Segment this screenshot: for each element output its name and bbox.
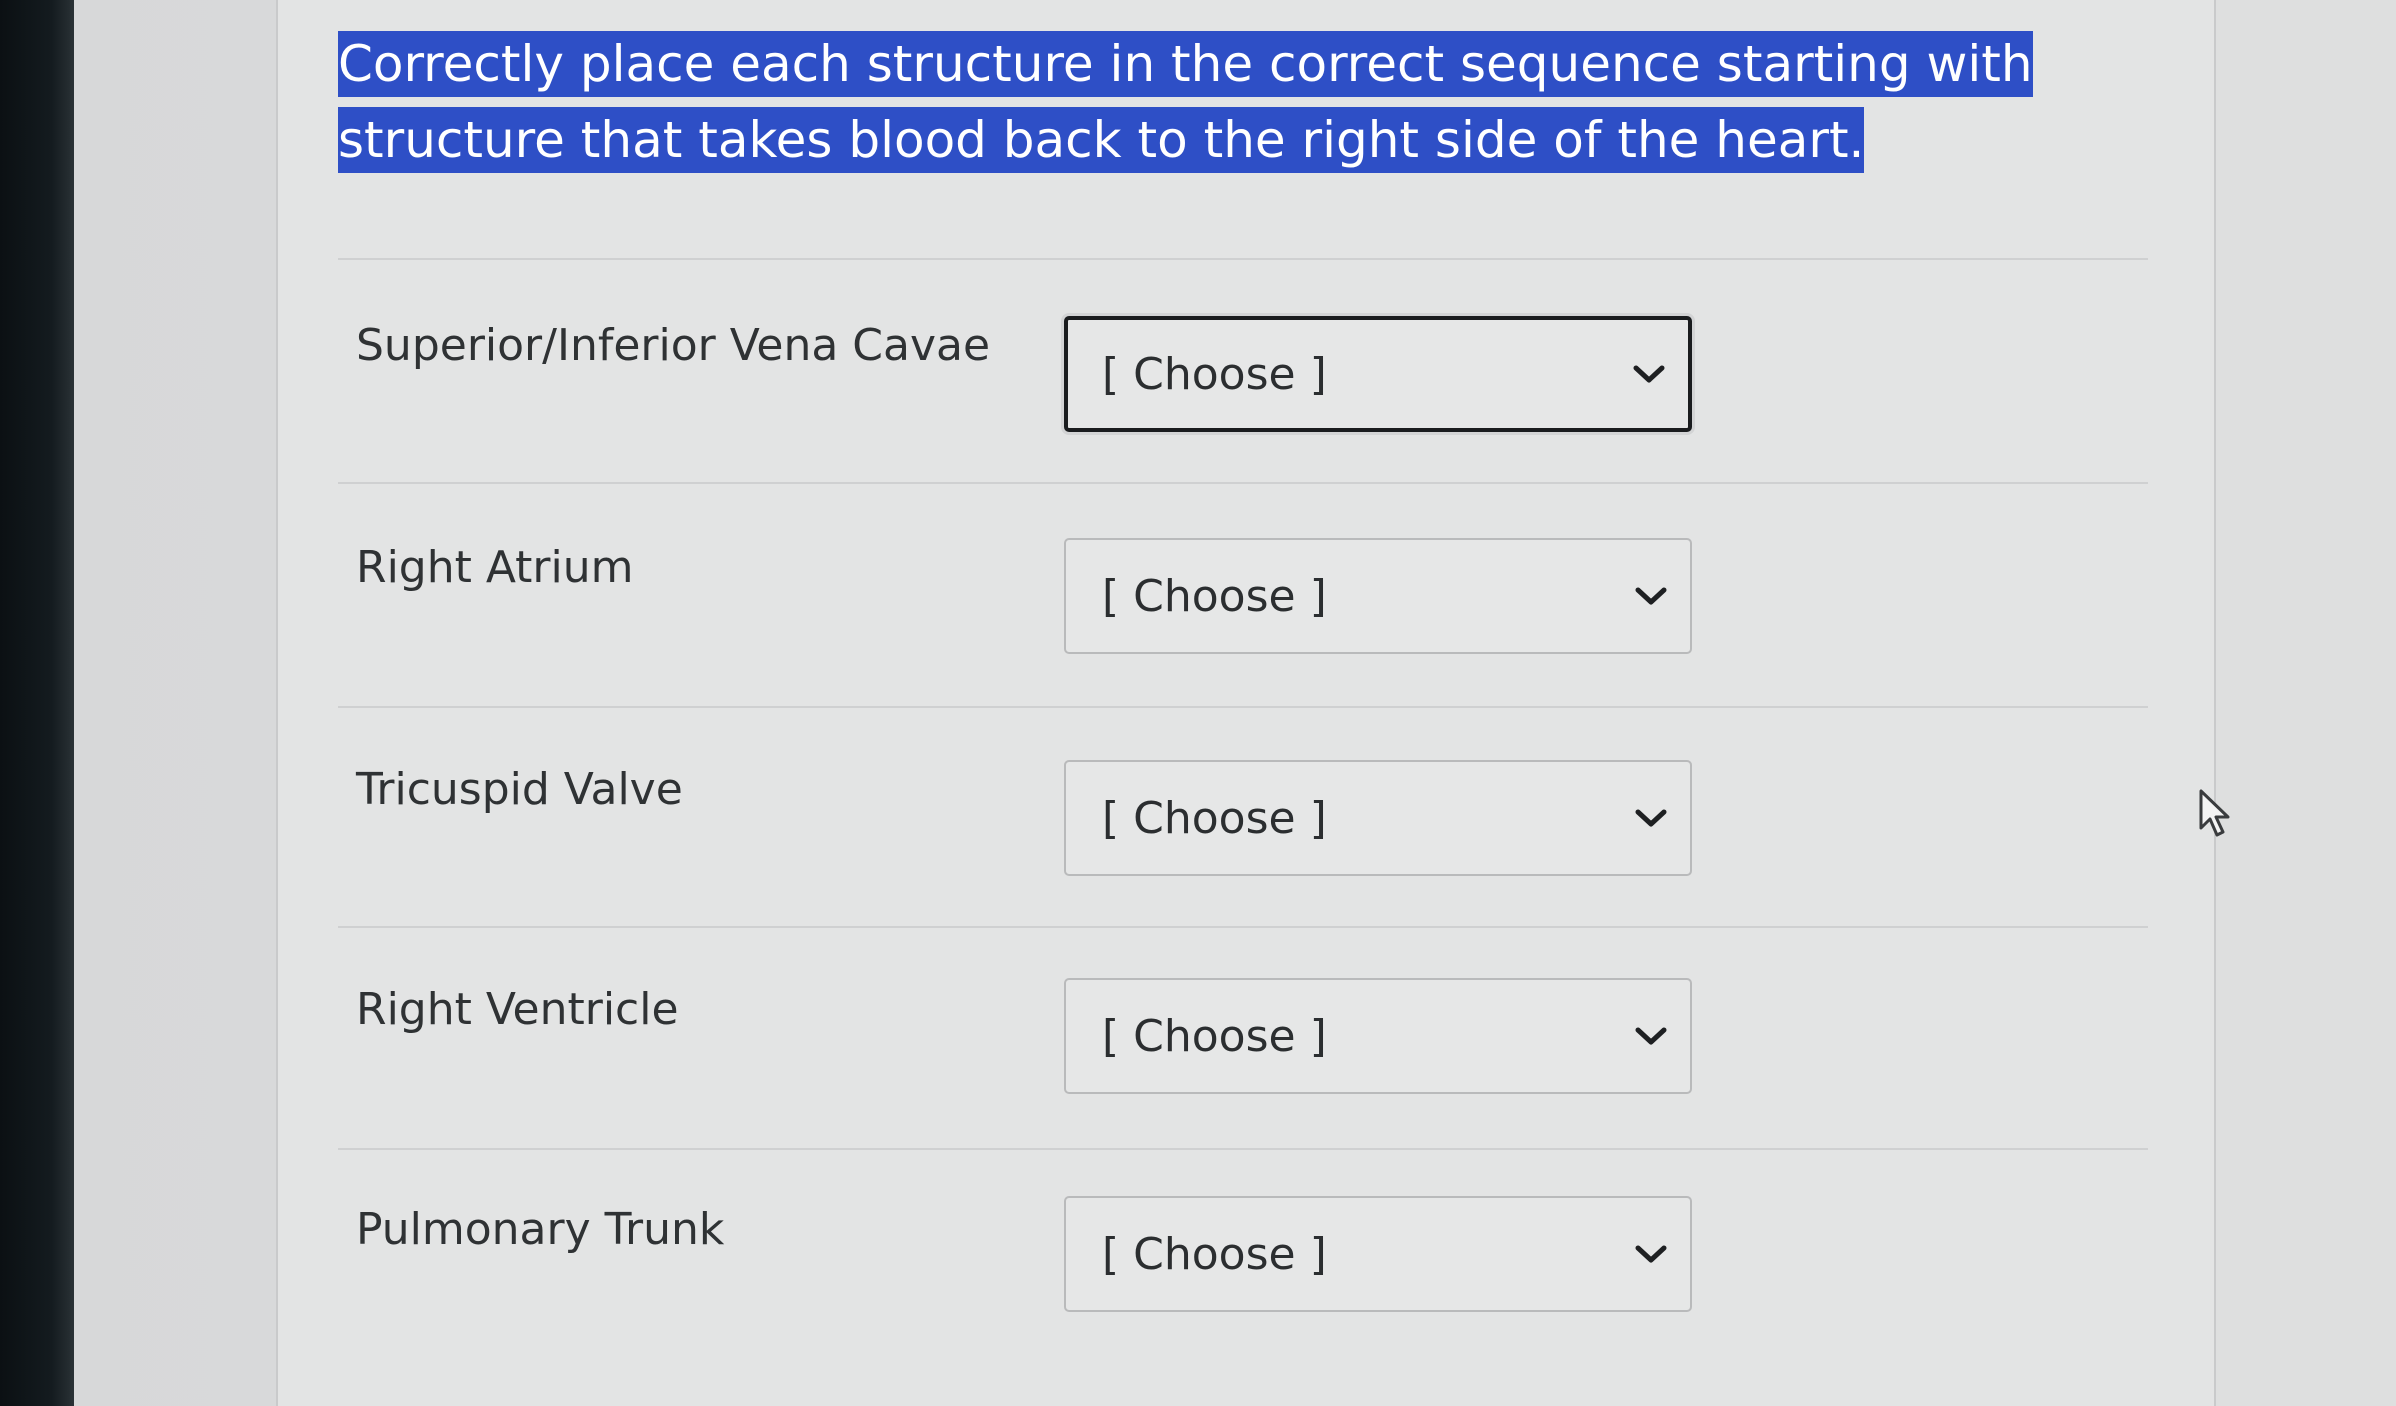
- select-value: [ Choose ]: [1102, 1010, 1327, 1062]
- select-value: [ Choose ]: [1102, 570, 1327, 622]
- row-divider: [338, 926, 2148, 928]
- match-select-right-ventricle[interactable]: [ Choose ]: [1064, 978, 1692, 1094]
- match-select-vena-cavae[interactable]: [ Choose ]: [1064, 316, 1692, 432]
- match-select-tricuspid-valve[interactable]: [ Choose ]: [1064, 760, 1692, 876]
- match-label-right-atrium: Right Atrium: [356, 542, 634, 593]
- match-select-right-atrium[interactable]: [ Choose ]: [1064, 538, 1692, 654]
- select-value: [ Choose ]: [1102, 1228, 1327, 1280]
- question-prompt: Correctly place each structure in the co…: [338, 26, 2098, 178]
- row-divider: [338, 706, 2148, 708]
- quiz-question-panel: Correctly place each structure in the co…: [276, 0, 2216, 1406]
- chevron-down-icon: [1635, 1245, 1667, 1263]
- select-value: [ Choose ]: [1102, 348, 1327, 400]
- row-divider: [338, 1148, 2148, 1150]
- match-label-right-ventricle: Right Ventricle: [356, 984, 679, 1035]
- chevron-down-icon: [1635, 809, 1667, 827]
- select-value: [ Choose ]: [1102, 792, 1327, 844]
- match-label-tricuspid-valve: Tricuspid Valve: [356, 764, 683, 815]
- chevron-down-icon: [1635, 1027, 1667, 1045]
- chevron-down-icon: [1633, 365, 1665, 383]
- row-divider: [338, 482, 2148, 484]
- chevron-down-icon: [1635, 587, 1667, 605]
- mouse-pointer-icon: [2199, 789, 2230, 837]
- match-select-pulmonary-trunk[interactable]: [ Choose ]: [1064, 1196, 1692, 1312]
- monitor-bezel: [0, 0, 74, 1406]
- question-text: Correctly place each structure in the co…: [338, 31, 2033, 173]
- match-label-pulmonary-trunk: Pulmonary Trunk: [356, 1204, 725, 1255]
- row-divider: [338, 258, 2148, 260]
- match-label-vena-cavae: Superior/Inferior Vena Cavae: [356, 320, 991, 371]
